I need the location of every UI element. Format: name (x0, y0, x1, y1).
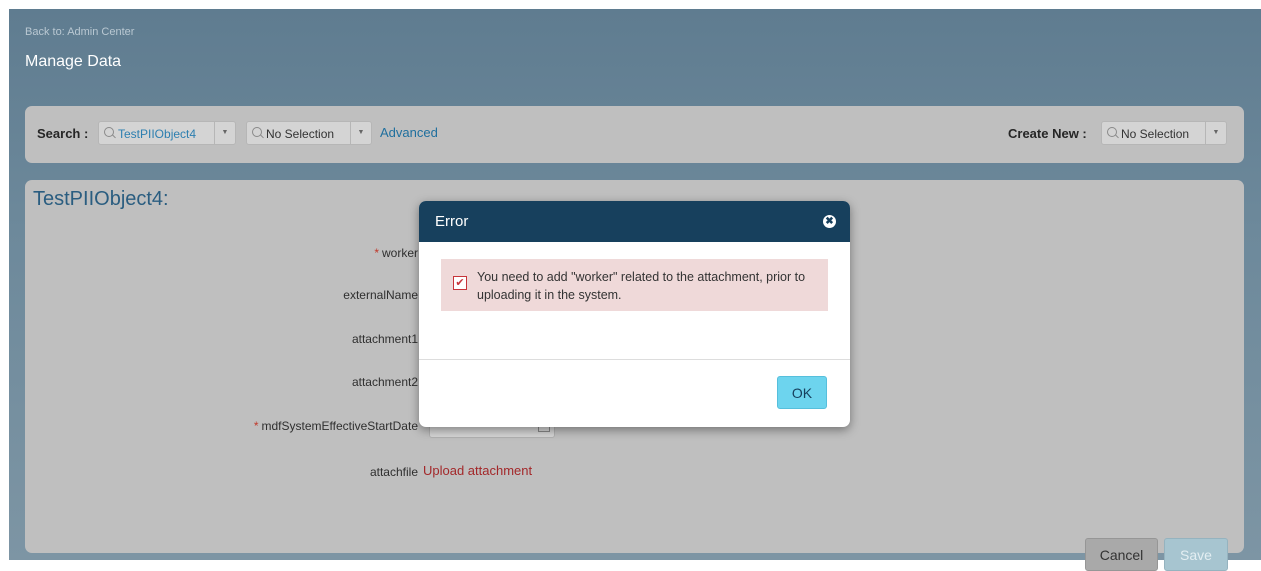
field-label-effective-start-date: * mdfSystemEffectiveStartDate (253, 419, 418, 433)
field-label-external-name: externalName (343, 288, 418, 302)
required-marker: * (253, 419, 259, 433)
upload-attachment-link[interactable]: Upload attachment (423, 463, 532, 478)
object-type-value: TestPIIObject4 (118, 127, 197, 141)
cancel-button[interactable]: Cancel (1085, 538, 1158, 571)
error-dialog: Error ✖ ✔ You need to add "worker" relat… (419, 201, 850, 427)
search-label: Search : (37, 126, 89, 141)
search-icon (104, 127, 114, 137)
create-new-value: No Selection (1121, 127, 1190, 141)
dialog-divider (419, 359, 850, 360)
chevron-down-icon[interactable]: ▼ (350, 122, 371, 144)
record-select-value: No Selection (266, 127, 335, 141)
search-icon (1107, 127, 1117, 137)
field-label-attachment1: attachment1 (351, 332, 418, 346)
search-icon (252, 127, 262, 137)
object-title: TestPIIObject4: (33, 188, 169, 210)
ok-button[interactable]: OK (777, 376, 827, 409)
record-select[interactable]: No Selection ▼ (246, 121, 372, 145)
checkbox-checked-icon: ✔ (453, 276, 467, 290)
error-message-box: ✔ You need to add "worker" related to th… (441, 259, 828, 311)
dialog-title: Error (435, 213, 469, 230)
back-to-admin-center-link[interactable]: Back to: Admin Center (25, 26, 134, 38)
page-title: Manage Data (25, 53, 122, 70)
error-message-text: You need to add "worker" related to the … (477, 270, 806, 302)
chevron-down-icon[interactable]: ▼ (1205, 122, 1226, 144)
required-marker: * (374, 246, 379, 260)
save-button[interactable]: Save (1164, 538, 1228, 571)
search-panel: Search : TestPIIObject4 ▼ No Selection ▼… (25, 106, 1244, 163)
field-label-attachment2: attachment2 (351, 375, 418, 389)
create-new-select[interactable]: No Selection ▼ (1101, 121, 1227, 145)
dialog-header: Error ✖ (419, 201, 850, 242)
field-label-worker: * worker (374, 246, 418, 260)
object-type-select[interactable]: TestPIIObject4 ▼ (98, 121, 236, 145)
create-new-label: Create New : (1008, 126, 1087, 141)
advanced-search-link[interactable]: Advanced (380, 125, 438, 140)
field-label-attachfile: attachfile (369, 465, 418, 479)
close-icon[interactable]: ✖ (823, 215, 836, 228)
chevron-down-icon[interactable]: ▼ (214, 122, 235, 144)
